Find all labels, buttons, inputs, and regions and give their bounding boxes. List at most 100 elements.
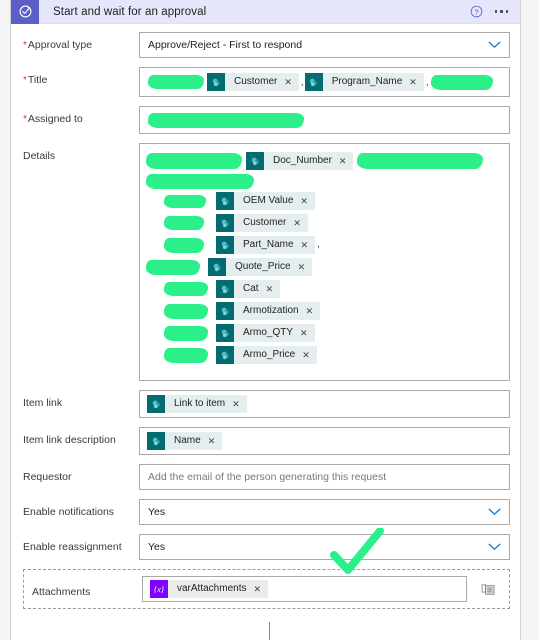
label-item-link-description: Item link description xyxy=(23,434,116,446)
field-row-enable-reassignment: Enable reassignment Yes xyxy=(23,534,510,560)
redaction-mark xyxy=(164,347,208,363)
approval-type-value: Approve/Reject - First to respond xyxy=(148,39,303,51)
redaction-mark xyxy=(164,282,208,296)
sharepoint-icon xyxy=(216,214,234,232)
token-label: Customer xyxy=(234,76,278,87)
chevron-down-icon[interactable] xyxy=(488,41,501,49)
screen-root: Start and wait for an approval ? *Approv… xyxy=(0,0,539,640)
item-link-description-input[interactable]: Name ✕ xyxy=(139,427,510,455)
enable-reassignment-dropdown[interactable]: Yes xyxy=(139,534,510,560)
ellipsis-icon[interactable] xyxy=(493,7,511,16)
field-row-title: *Title Customer ✕ , Program_Name ✕ , xyxy=(23,67,510,97)
field-row-details: Details Doc_Number ✕ OEM Value ✕ Custome… xyxy=(23,143,510,381)
token-chip[interactable]: Program_Name ✕ xyxy=(304,73,424,91)
token-remove-icon[interactable]: ✕ xyxy=(266,280,281,298)
token-chip[interactable]: Cat ✕ xyxy=(216,280,281,298)
requestor-placeholder: Add the email of the person generating t… xyxy=(148,471,387,483)
details-input[interactable]: Doc_Number ✕ OEM Value ✕ Customer ✕ Part… xyxy=(139,143,510,381)
token-remove-icon[interactable]: ✕ xyxy=(208,432,223,450)
card-body: *Approval type Approve/Reject - First to… xyxy=(11,24,520,626)
field-row-attachments: Attachments {x} varAttachments ✕ xyxy=(23,569,510,609)
token-label: Name xyxy=(174,435,201,446)
token-chip[interactable]: Part_Name ✕ xyxy=(216,236,316,254)
title-input[interactable]: Customer ✕ , Program_Name ✕ , xyxy=(139,67,510,97)
label-attachments: Attachments xyxy=(32,585,91,598)
token-chip[interactable]: OEM Value ✕ xyxy=(216,192,315,210)
token-chip[interactable]: Armo_QTY ✕ xyxy=(216,324,315,342)
token-label: Link to item xyxy=(174,398,226,409)
svg-text:?: ? xyxy=(474,7,478,16)
chevron-down-icon[interactable] xyxy=(488,508,501,516)
chevron-down-icon[interactable] xyxy=(488,543,501,551)
token-remove-icon[interactable]: ✕ xyxy=(298,258,313,276)
token-chip-variable[interactable]: {x} varAttachments ✕ xyxy=(150,580,269,598)
required-asterisk: * xyxy=(23,114,27,125)
token-label: Quote_Price xyxy=(235,261,291,272)
field-row-item-link-description: Item link description Name ✕ xyxy=(23,427,510,455)
sharepoint-icon xyxy=(216,324,234,342)
approval-check-icon xyxy=(11,0,39,24)
help-circle-icon[interactable]: ? xyxy=(470,5,483,18)
assigned-to-input[interactable] xyxy=(139,106,510,134)
token-chip[interactable]: Customer ✕ xyxy=(207,73,299,91)
field-row-assigned-to: *Assigned to xyxy=(23,106,510,134)
required-asterisk: * xyxy=(23,75,27,86)
token-remove-icon[interactable]: ✕ xyxy=(232,395,247,413)
enable-notifications-value: Yes xyxy=(148,506,166,518)
token-chip[interactable]: Customer ✕ xyxy=(216,214,308,232)
flow-connector-line xyxy=(269,622,270,640)
redaction-mark xyxy=(430,74,493,90)
label-enable-notifications: Enable notifications xyxy=(23,506,115,518)
label-title: *Title xyxy=(23,74,48,86)
variable-icon: {x} xyxy=(150,580,168,598)
enable-notifications-dropdown[interactable]: Yes xyxy=(139,499,510,525)
token-remove-icon[interactable]: ✕ xyxy=(306,302,321,320)
redaction-mark xyxy=(164,325,208,341)
token-label: Armo_QTY xyxy=(243,327,294,338)
token-chip[interactable]: Armo_Price ✕ xyxy=(216,346,317,364)
details-content: Doc_Number ✕ OEM Value ✕ Customer ✕ Part… xyxy=(146,144,503,372)
token-chip[interactable]: Quote_Price ✕ xyxy=(208,258,313,276)
token-remove-icon[interactable]: ✕ xyxy=(300,192,315,210)
token-remove-icon[interactable]: ✕ xyxy=(339,152,354,170)
redaction-mark xyxy=(164,237,204,253)
token-remove-icon[interactable]: ✕ xyxy=(300,324,315,342)
field-row-requestor: Requestor Add the email of the person ge… xyxy=(23,464,510,490)
approval-type-dropdown[interactable]: Approve/Reject - First to respond xyxy=(139,32,510,58)
token-label: OEM Value xyxy=(243,195,294,206)
attachments-input[interactable]: {x} varAttachments ✕ xyxy=(142,576,467,602)
requestor-input[interactable]: Add the email of the person generating t… xyxy=(139,464,510,490)
sharepoint-icon xyxy=(208,258,226,276)
token-remove-icon[interactable]: ✕ xyxy=(253,580,268,598)
label-enable-reassignment: Enable reassignment xyxy=(23,541,122,553)
redaction-mark xyxy=(164,216,204,230)
sharepoint-icon xyxy=(304,73,323,91)
token-chip[interactable]: Link to item ✕ xyxy=(147,395,247,413)
token-separator: , xyxy=(300,76,304,88)
redaction-mark xyxy=(148,75,204,89)
token-remove-icon[interactable]: ✕ xyxy=(302,346,317,364)
details-line: OEM Value ✕ xyxy=(146,190,503,212)
details-line: Customer ✕ xyxy=(146,212,503,234)
label-details: Details xyxy=(23,150,56,162)
switch-to-array-input-icon[interactable] xyxy=(473,576,503,602)
token-remove-icon[interactable]: ✕ xyxy=(301,236,316,254)
token-label: varAttachments xyxy=(177,583,247,594)
approval-action-card: Start and wait for an approval ? *Approv… xyxy=(10,0,521,640)
redaction-mark xyxy=(146,259,200,275)
details-line: Quote_Price ✕ xyxy=(146,256,503,278)
details-line xyxy=(146,172,503,190)
redaction-mark xyxy=(146,153,242,169)
token-remove-icon[interactable]: ✕ xyxy=(409,73,424,91)
token-remove-icon[interactable]: ✕ xyxy=(293,214,308,232)
sharepoint-icon xyxy=(216,192,234,210)
label-requestor: Requestor xyxy=(23,471,72,483)
sharepoint-icon xyxy=(216,346,234,364)
token-chip[interactable]: Armotization ✕ xyxy=(216,302,321,320)
token-chip[interactable]: Name ✕ xyxy=(147,432,223,450)
item-link-input[interactable]: Link to item ✕ xyxy=(139,390,510,418)
token-remove-icon[interactable]: ✕ xyxy=(284,73,299,91)
token-chip[interactable]: Doc_Number ✕ xyxy=(246,152,354,170)
sharepoint-icon xyxy=(246,152,264,170)
details-line: Armotization ✕ xyxy=(146,300,503,322)
